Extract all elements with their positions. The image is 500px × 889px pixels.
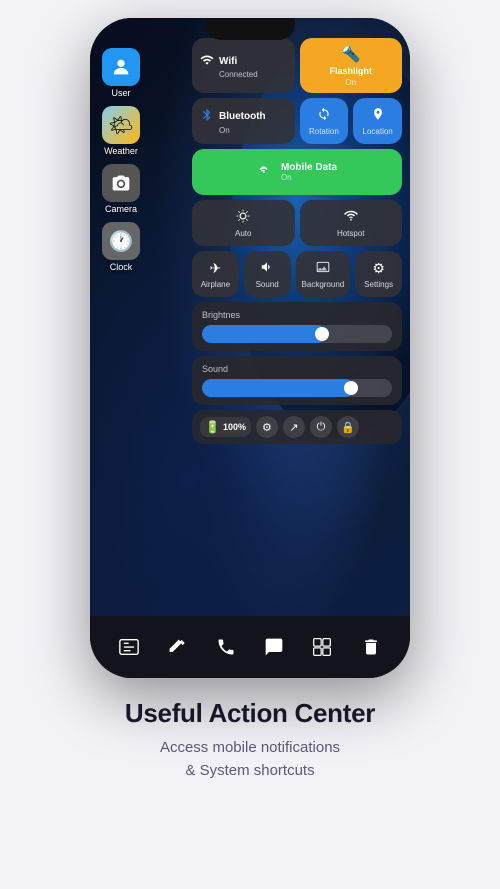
- mobile-data-icon: [257, 163, 273, 182]
- dock-phone-icon[interactable]: [210, 631, 242, 663]
- sound-thumb: [344, 381, 358, 395]
- phone-screen: User 🌤 Weather Camera: [90, 18, 410, 678]
- sound-track[interactable]: [202, 379, 392, 397]
- mobile-data-status: On: [281, 173, 337, 182]
- phone-dock: [90, 616, 410, 678]
- dock-trash-icon[interactable]: [355, 631, 387, 663]
- camera-app-label: Camera: [105, 204, 137, 214]
- wifi-icon: [200, 53, 214, 70]
- main-title: Useful Action Center: [125, 698, 375, 729]
- airplane-button[interactable]: ✈ Airplane: [192, 251, 239, 297]
- app-icon-weather[interactable]: 🌤 Weather: [102, 106, 140, 156]
- sound-slider-section: Sound: [192, 356, 402, 405]
- row-bottom-controls: ✈ Airplane Sound: [192, 251, 402, 297]
- airplane-label: Airplane: [201, 280, 230, 289]
- rotation-button[interactable]: Rotation: [300, 98, 349, 144]
- sub-title: Access mobile notifications& System shor…: [125, 737, 375, 782]
- sound-slider-label: Sound: [202, 364, 392, 374]
- auto-icon: [236, 209, 250, 226]
- background-button[interactable]: Background: [296, 251, 351, 297]
- bluetooth-button[interactable]: Bluetooth On: [192, 98, 295, 144]
- subtitle-text: Access mobile notifications& System shor…: [160, 739, 340, 779]
- auto-label: Auto: [235, 229, 251, 238]
- background-icon: [316, 260, 330, 277]
- sound-fill: [202, 379, 354, 397]
- dock-edit-icon[interactable]: [161, 631, 193, 663]
- rotation-icon: [317, 107, 331, 124]
- share-status-button[interactable]: ↗: [283, 416, 305, 438]
- weather-app-icon: 🌤: [102, 106, 140, 144]
- brightness-section: Brightnes: [192, 302, 402, 351]
- battery-icon: 🔋: [205, 420, 220, 434]
- battery-indicator: 🔋 100%: [200, 417, 251, 437]
- wifi-button[interactable]: Wifi Connected: [192, 38, 295, 93]
- flashlight-icon: 🔦: [341, 44, 361, 64]
- phone-notch: [205, 18, 295, 40]
- hotspot-button[interactable]: Hotspot: [300, 200, 403, 246]
- rotation-label: Rotation: [309, 127, 339, 136]
- airplane-icon: ✈: [210, 260, 222, 277]
- location-label: Location: [363, 127, 393, 136]
- bluetooth-icon: [200, 108, 214, 125]
- lock-status-button[interactable]: 🔒: [337, 416, 359, 438]
- bottom-text-section: Useful Action Center Access mobile notif…: [95, 678, 405, 792]
- control-center: Wifi Connected 🔦 Flashlight On: [192, 38, 402, 449]
- brightness-thumb: [315, 327, 329, 341]
- sound-button[interactable]: Sound: [244, 251, 291, 297]
- settings-label: Settings: [364, 280, 393, 289]
- camera-app-icon: [102, 164, 140, 202]
- settings-button[interactable]: ⚙ Settings: [355, 251, 402, 297]
- left-col: Bluetooth On: [192, 98, 295, 144]
- app-icon-clock[interactable]: 🕐 Clock: [102, 222, 140, 272]
- weather-app-label: Weather: [104, 146, 138, 156]
- flashlight-label: Flashlight: [330, 66, 373, 76]
- dock-messages-icon[interactable]: [258, 631, 290, 663]
- flashlight-button[interactable]: 🔦 Flashlight On: [300, 38, 403, 93]
- brightness-track[interactable]: [202, 325, 392, 343]
- sound-label: Sound: [256, 280, 279, 289]
- phone-frame: User 🌤 Weather Camera: [90, 18, 410, 678]
- row-bluetooth-rotation: Bluetooth On: [192, 98, 402, 144]
- brightness-fill: [202, 325, 326, 343]
- user-app-label: User: [111, 88, 130, 98]
- auto-button[interactable]: Auto: [192, 200, 295, 246]
- bluetooth-label: Bluetooth: [219, 111, 266, 122]
- row-wifi-flashlight: Wifi Connected 🔦 Flashlight On: [192, 38, 402, 93]
- power-status-button[interactable]: ⏻: [310, 416, 332, 438]
- status-bar-bottom: 🔋 100% ⚙ ↗ ⏻ 🔒: [192, 410, 402, 444]
- clock-app-icon: 🕐: [102, 222, 140, 260]
- background-label: Background: [302, 280, 345, 289]
- app-icons-list: User 🌤 Weather Camera: [102, 48, 140, 272]
- hotspot-icon: [344, 209, 358, 226]
- location-icon: [371, 107, 385, 124]
- dock-multitask-icon[interactable]: [306, 631, 338, 663]
- settings-icon: ⚙: [372, 260, 385, 277]
- user-app-icon: [102, 48, 140, 86]
- row-auto-hotspot: Auto Hotspot: [192, 200, 402, 246]
- wifi-status: Connected: [219, 70, 287, 79]
- brightness-label: Brightnes: [202, 310, 392, 320]
- mobile-data-label: Mobile Data: [281, 162, 337, 173]
- mobile-data-button[interactable]: Mobile Data On: [192, 149, 402, 195]
- settings-status-button[interactable]: ⚙: [256, 416, 278, 438]
- app-icon-camera[interactable]: Camera: [102, 164, 140, 214]
- wifi-label: Wifi: [219, 56, 237, 67]
- hotspot-label: Hotspot: [337, 229, 365, 238]
- clock-app-label: Clock: [110, 262, 133, 272]
- right-col: Rotation Location: [300, 98, 403, 144]
- flashlight-status: On: [345, 78, 356, 87]
- app-icon-user[interactable]: User: [102, 48, 140, 98]
- battery-percentage: 100%: [223, 422, 246, 432]
- location-button[interactable]: Location: [353, 98, 402, 144]
- phone-container: User 🌤 Weather Camera: [90, 18, 410, 678]
- sound-icon: [260, 260, 274, 277]
- dock-finder-icon[interactable]: [113, 631, 145, 663]
- bluetooth-status: On: [219, 126, 287, 135]
- mobile-data-row: Mobile Data On: [192, 149, 402, 195]
